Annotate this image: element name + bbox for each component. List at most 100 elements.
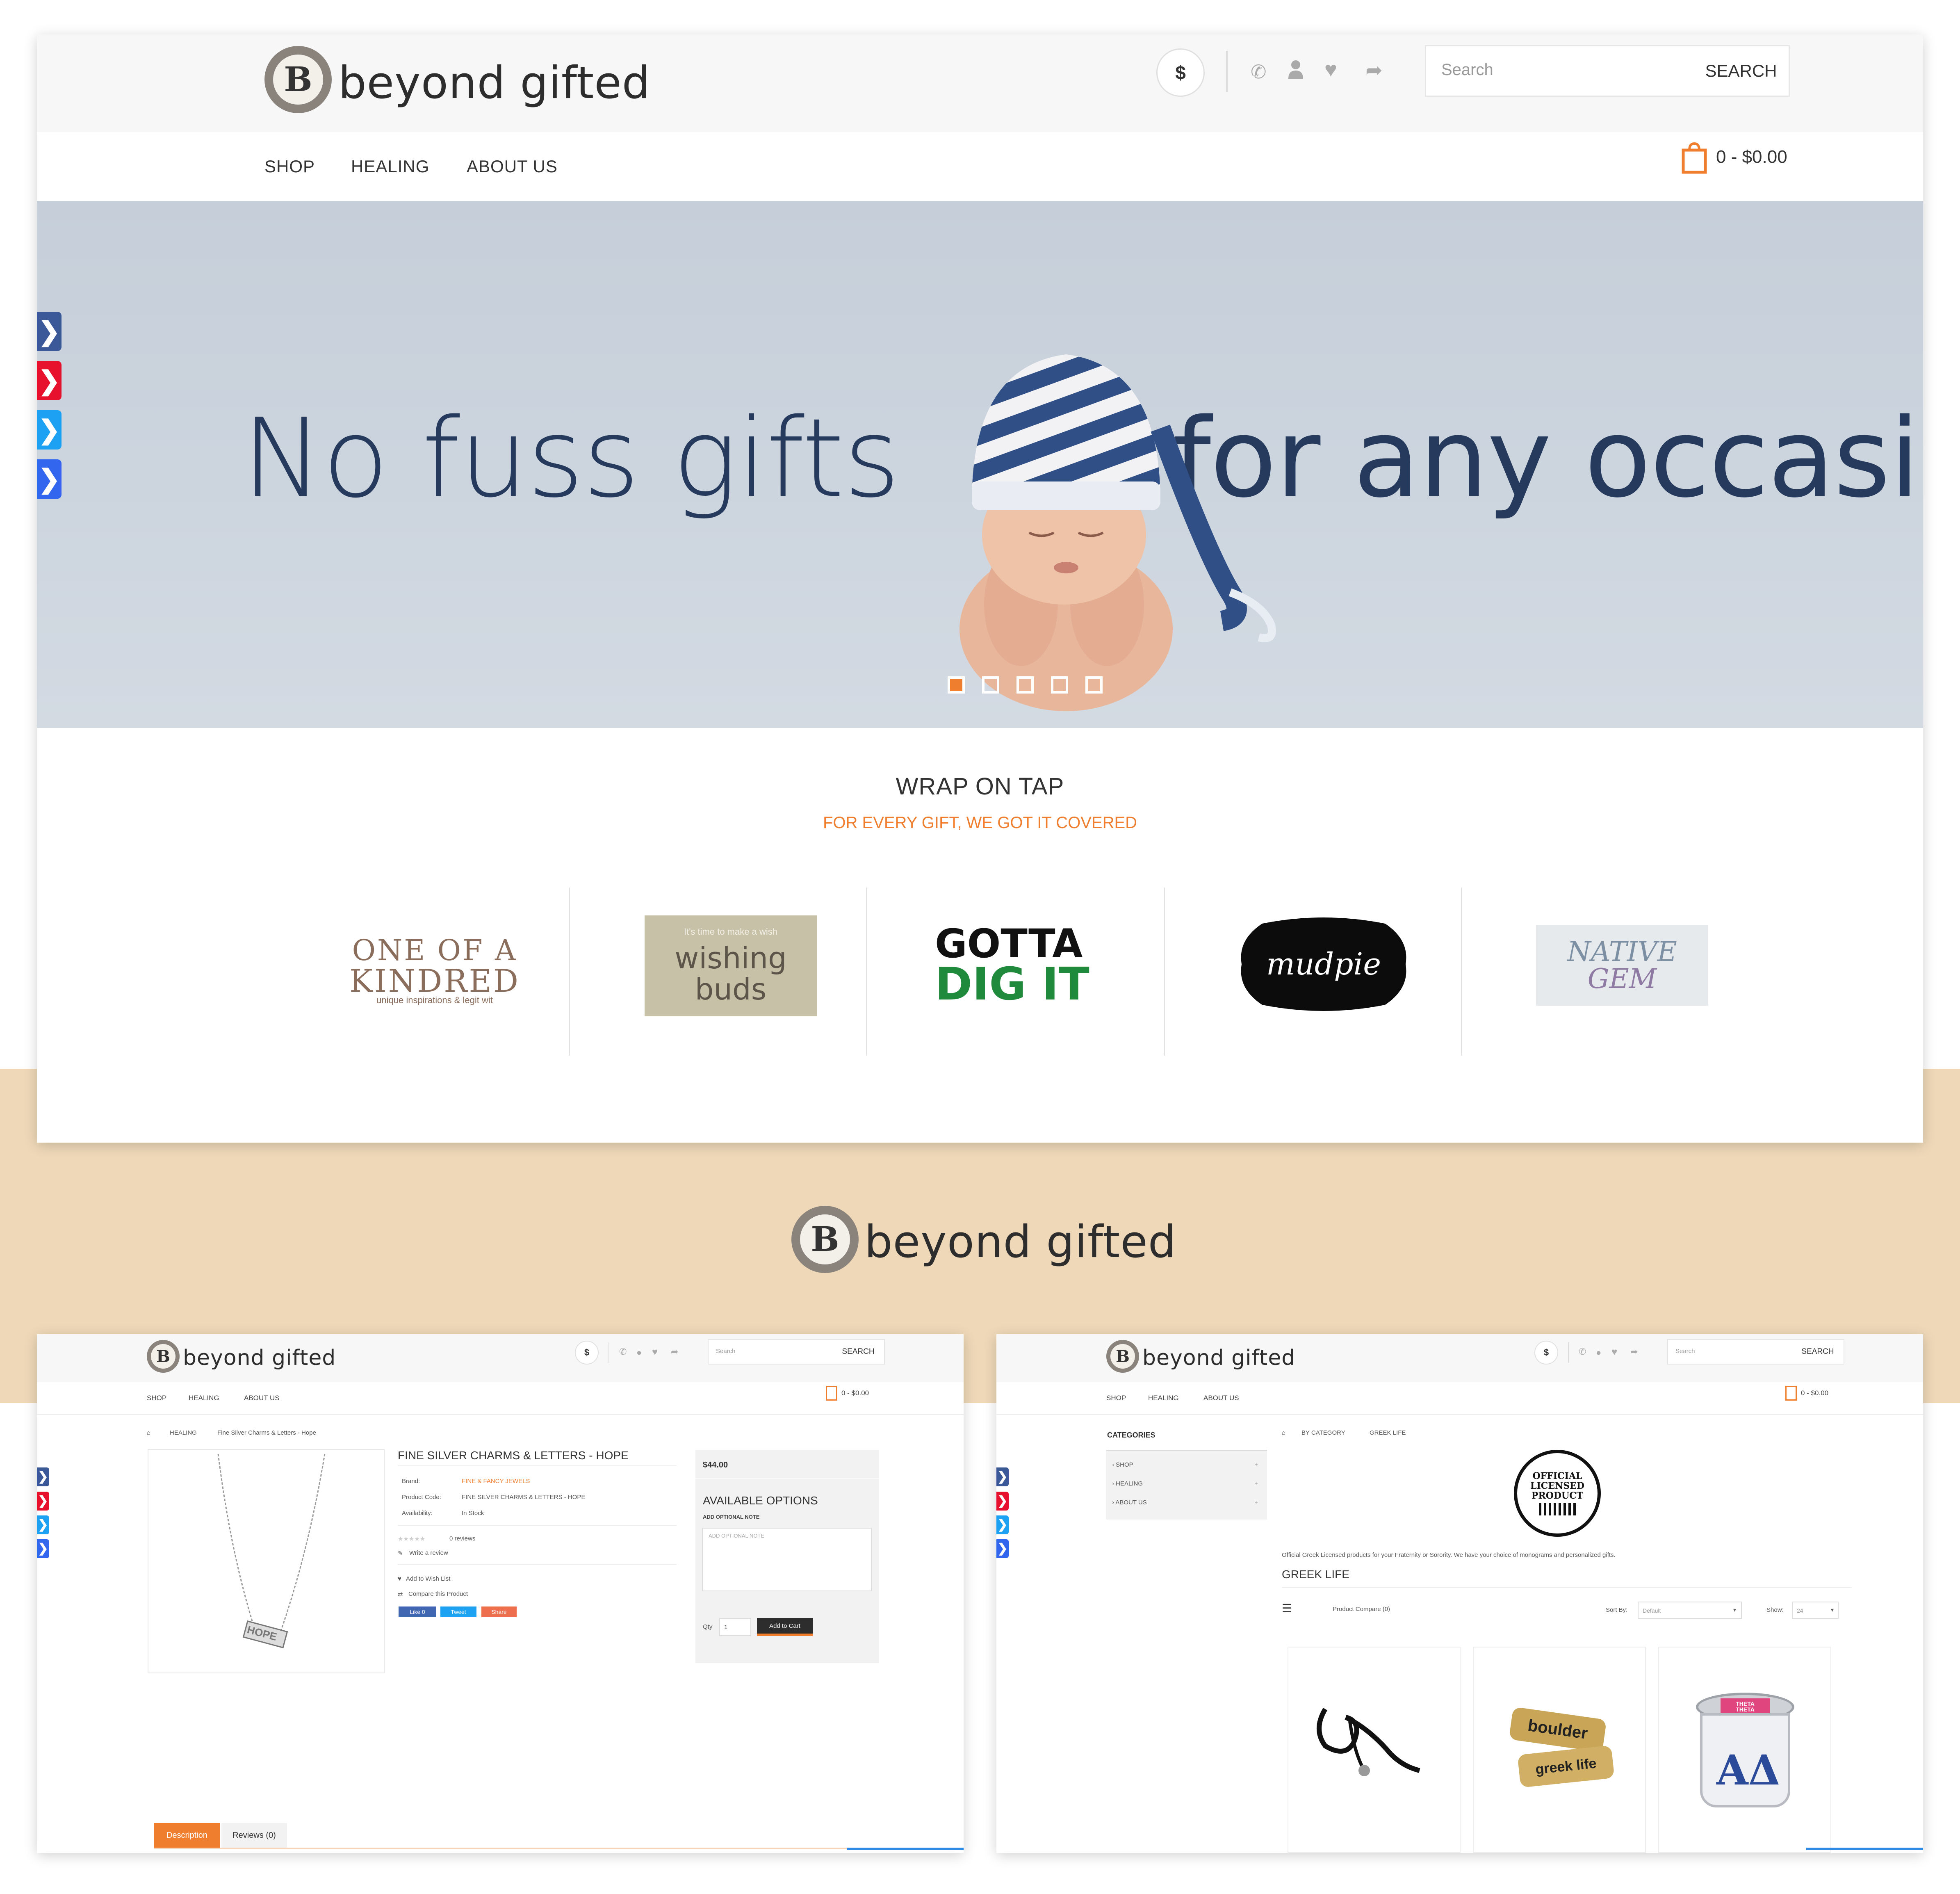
nav-healing[interactable]: HEALING	[1148, 1394, 1179, 1402]
reviews-link[interactable]: 0 reviews	[449, 1535, 475, 1542]
share-button[interactable]: Share	[481, 1606, 517, 1617]
product-card[interactable]: boulder greek life	[1473, 1647, 1646, 1853]
category-healing[interactable]: › HEALING +	[1112, 1480, 1258, 1487]
brand-link[interactable]: FINE & FANCY JEWELS	[462, 1478, 530, 1485]
brand-native-gem[interactable]: NATIVE GEM	[1536, 925, 1708, 1006]
nav-shop[interactable]: SHOP	[147, 1394, 166, 1402]
side-tab-lightblue[interactable]: ❯	[37, 410, 62, 450]
nav-healing[interactable]: HEALING	[189, 1394, 219, 1402]
product-card[interactable]	[1288, 1647, 1461, 1853]
cart-total[interactable]: 0 - $0.00	[1801, 1389, 1828, 1397]
tab-reviews[interactable]: Reviews (0)	[221, 1823, 287, 1848]
qty-input[interactable]: 1	[719, 1618, 751, 1636]
nav-about-us[interactable]: ABOUT US	[244, 1394, 280, 1402]
share-icon[interactable]: ➦	[1365, 58, 1383, 82]
user-icon[interactable]	[1288, 59, 1304, 80]
slider-dot-2[interactable]	[982, 676, 999, 694]
options-divider	[695, 1478, 879, 1479]
product-compare-link[interactable]: Product Compare (0)	[1333, 1606, 1390, 1613]
home-icon[interactable]: ⌂	[1282, 1429, 1285, 1436]
search-input[interactable]: Search	[1441, 61, 1493, 79]
home-icon[interactable]: ⌂	[147, 1429, 150, 1436]
chevron-right-icon: ❯	[38, 366, 60, 395]
tweet-button[interactable]: Tweet	[440, 1606, 476, 1617]
nav-about-us[interactable]: ABOUT US	[467, 157, 558, 176]
nav-shop[interactable]: SHOP	[1106, 1394, 1126, 1402]
breadcrumb-healing[interactable]: HEALING	[170, 1429, 197, 1436]
slider-dot-4[interactable]	[1051, 676, 1068, 694]
brand-divider	[569, 888, 570, 1056]
search-button[interactable]: SEARCH	[1693, 47, 1789, 95]
cart-icon[interactable]	[826, 1386, 837, 1401]
side-tab-lightblue[interactable]: ❯	[996, 1515, 1009, 1534]
heart-icon[interactable]: ♥	[1611, 1346, 1617, 1358]
phone-icon[interactable]: ✆	[1251, 61, 1267, 83]
currency-button[interactable]: $	[1534, 1341, 1558, 1365]
compare-link[interactable]: Compare this Product	[408, 1591, 468, 1597]
show-select[interactable]: 24 ▾	[1792, 1602, 1839, 1619]
note-textarea[interactable]: ADD OPTIONAL NOTE	[702, 1528, 872, 1591]
slider-dot-3[interactable]	[1016, 676, 1034, 694]
brand-wishing-buds[interactable]: It's time to make a wish wishing buds	[645, 915, 817, 1016]
side-tab-indigo[interactable]: ❯	[37, 459, 62, 499]
like-button[interactable]: Like 0	[399, 1606, 436, 1617]
side-tab-blue[interactable]: ❯	[37, 1467, 49, 1486]
add-to-cart-button[interactable]: Add to Cart	[757, 1618, 813, 1636]
search-input[interactable]: Search	[716, 1348, 736, 1355]
chevron-right-icon: ❯	[38, 1518, 48, 1531]
heart-icon[interactable]: ♥	[652, 1346, 658, 1358]
product-image[interactable]: HOPE	[148, 1449, 385, 1673]
user-icon[interactable]: ●	[1596, 1347, 1601, 1358]
product-card[interactable]: THETA THETA AΔ	[1658, 1647, 1831, 1853]
brand-gotta-dig-it[interactable]: GOTTA DIG IT	[935, 912, 1107, 1019]
breadcrumb-product[interactable]: Fine Silver Charms & Letters - Hope	[217, 1429, 316, 1436]
search-button[interactable]: SEARCH	[1792, 1340, 1844, 1364]
nav-shop[interactable]: SHOP	[264, 157, 315, 176]
chevron-right-icon: ❯	[997, 1470, 1008, 1483]
list-view-icon[interactable]: ☰	[1282, 1602, 1292, 1615]
product-code-label: Product Code:	[402, 1494, 441, 1501]
side-tab-indigo[interactable]: ❯	[996, 1539, 1009, 1558]
side-tab-indigo[interactable]: ❯	[37, 1539, 49, 1558]
search-input[interactable]: Search	[1675, 1348, 1695, 1355]
slider-dot-1[interactable]	[948, 676, 965, 694]
breadcrumb-greek-life[interactable]: GREEK LIFE	[1370, 1429, 1406, 1436]
slider-dot-5[interactable]	[1085, 676, 1103, 694]
category-about-us[interactable]: › ABOUT US +	[1112, 1499, 1258, 1506]
nav-about-us[interactable]: ABOUT US	[1203, 1394, 1239, 1402]
search-button[interactable]: SEARCH	[832, 1340, 884, 1364]
brand-divider	[1164, 888, 1165, 1056]
cart-icon[interactable]	[1785, 1386, 1797, 1401]
user-icon[interactable]: ●	[636, 1347, 642, 1358]
brand-mudpie[interactable]: mudpie	[1238, 915, 1410, 1013]
tab-underline	[154, 1848, 884, 1849]
phone-icon[interactable]: ✆	[619, 1346, 627, 1357]
cart-total[interactable]: 0 - $0.00	[1716, 147, 1787, 167]
side-tab-blue[interactable]: ❯	[37, 312, 62, 351]
currency-button[interactable]: $	[575, 1341, 599, 1365]
side-tab-red[interactable]: ❯	[37, 1492, 49, 1511]
category-shop[interactable]: › SHOP +	[1112, 1461, 1258, 1468]
phone-icon[interactable]: ✆	[1579, 1346, 1586, 1357]
share-icon[interactable]: ➦	[671, 1346, 678, 1357]
heart-icon[interactable]: ♥	[1324, 57, 1337, 82]
nav-healing[interactable]: HEALING	[351, 157, 429, 176]
currency-button[interactable]: $	[1156, 48, 1205, 97]
cart-icon[interactable]	[1681, 142, 1707, 174]
breadcrumb-by-category[interactable]: BY CATEGORY	[1301, 1429, 1345, 1436]
write-review-link[interactable]: Write a review	[409, 1549, 448, 1556]
chevron-right-icon: ❯	[38, 1470, 48, 1483]
wishlist-link[interactable]: Add to Wish List	[406, 1575, 450, 1582]
side-tab-blue[interactable]: ❯	[996, 1467, 1009, 1486]
side-tab-lightblue[interactable]: ❯	[37, 1515, 49, 1534]
tab-description[interactable]: Description	[154, 1823, 220, 1848]
nav-underline	[37, 1414, 964, 1415]
side-tab-red[interactable]: ❯	[996, 1492, 1009, 1511]
brand-one-of-a-kindred[interactable]: ONE OF A KINDRED unique inspirations & l…	[332, 916, 537, 1023]
categories-title: CATEGORIES	[1107, 1431, 1155, 1439]
share-icon[interactable]: ➦	[1630, 1346, 1638, 1357]
side-tab-red[interactable]: ❯	[37, 361, 62, 400]
cart-total[interactable]: 0 - $0.00	[841, 1389, 869, 1397]
section-title: WRAP ON TAP	[896, 773, 1064, 800]
sort-select[interactable]: Default ▾	[1638, 1602, 1742, 1619]
